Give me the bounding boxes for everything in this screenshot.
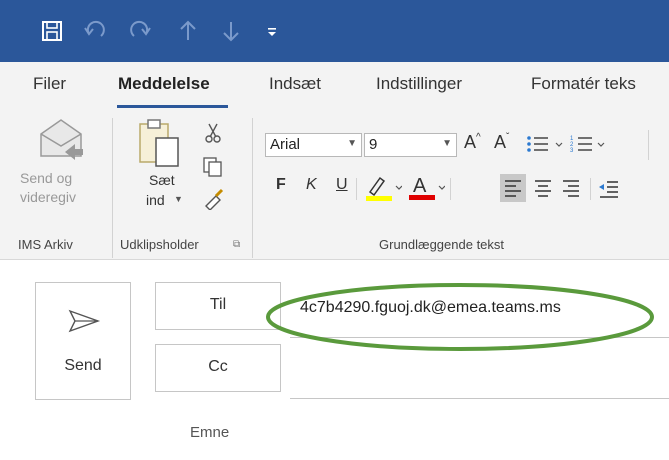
underline-button[interactable]: U <box>336 176 348 194</box>
align-left-button[interactable] <box>500 174 526 202</box>
send-label: Send <box>64 357 102 374</box>
format-painter-icon[interactable] <box>202 188 226 215</box>
decrease-indent-icon[interactable] <box>596 174 622 207</box>
italic-button[interactable]: K <box>306 176 317 194</box>
svg-text:A: A <box>413 175 427 197</box>
send-icon <box>66 307 102 340</box>
group-label-clipboard: Udklipsholder <box>120 237 199 252</box>
copy-icon[interactable] <box>202 156 224 183</box>
highlight-color-button[interactable] <box>364 174 403 207</box>
send-forward-label-line1: Send og <box>20 170 73 186</box>
cc-label: Cc <box>208 358 228 375</box>
numbering-icon[interactable]: 123 <box>570 134 610 157</box>
to-label: Til <box>209 296 227 313</box>
ribbon-bottom-border <box>0 259 669 260</box>
font-name-value: Arial <box>270 136 301 153</box>
group-divider <box>252 118 253 258</box>
clipboard-dialog-launcher-icon[interactable]: ⧉ <box>233 239 240 250</box>
send-button[interactable]: Send <box>35 282 131 400</box>
highlight-ellipse <box>263 281 659 362</box>
paste-button[interactable]: Sæt ind ▼ <box>136 114 186 224</box>
font-size-combo[interactable]: 9 ▼ <box>364 133 457 157</box>
shrink-font-icon[interactable]: Aˇ <box>494 132 509 153</box>
bullets-icon[interactable] <box>526 134 566 157</box>
customize-icon[interactable] <box>262 14 282 48</box>
quick-access-toolbar <box>0 0 669 62</box>
font-color-button[interactable]: A <box>407 172 446 207</box>
chevron-down-icon: ▼ <box>442 138 452 149</box>
tab-format-text[interactable]: Formatér teks <box>531 74 636 94</box>
tab-file[interactable]: Filer <box>33 74 66 94</box>
down-arrow-icon[interactable] <box>213 14 249 48</box>
tab-insert[interactable]: Indsæt <box>269 74 321 94</box>
tab-options[interactable]: Indstillinger <box>376 74 462 94</box>
font-name-combo[interactable]: Arial ▼ <box>265 133 362 157</box>
chevron-down-icon: ▼ <box>174 194 183 204</box>
paste-clipboard-icon <box>136 116 182 173</box>
up-arrow-icon[interactable] <box>170 14 206 48</box>
align-center-button[interactable] <box>530 174 556 207</box>
paste-label-line1: Sæt <box>149 172 175 188</box>
ribbon: Send og videregiv IMS Arkiv Sæt ind ▼ Ud… <box>0 108 669 260</box>
bold-button[interactable]: F <box>276 176 286 194</box>
divider <box>356 178 357 200</box>
group-divider <box>112 118 113 258</box>
svg-text:3: 3 <box>570 148 574 154</box>
tab-message[interactable]: Meddelelse <box>118 74 210 94</box>
paste-label-line2: ind <box>146 192 165 208</box>
send-forward-label-line2: videregiv <box>20 189 77 205</box>
divider <box>450 178 451 200</box>
align-right-button[interactable] <box>558 174 584 207</box>
divider <box>590 178 591 200</box>
undo-icon[interactable] <box>77 14 113 48</box>
redo-icon[interactable] <box>122 14 158 48</box>
ribbon-tabs: Filer Meddelelse Indsæt Indstillinger Fo… <box>0 62 669 108</box>
envelope-forward-icon <box>37 116 85 167</box>
subject-label: Emne <box>190 424 230 441</box>
group-label-basic-text: Grundlæggende tekst <box>379 237 505 252</box>
grow-font-icon[interactable]: A^ <box>464 132 481 153</box>
group-label-ims: IMS Arkiv <box>18 237 73 252</box>
save-icon[interactable] <box>34 14 70 48</box>
divider <box>648 130 649 160</box>
font-size-value: 9 <box>369 136 378 153</box>
cut-icon[interactable] <box>203 122 223 149</box>
send-forward-button[interactable]: Send og videregiv <box>14 114 104 214</box>
chevron-down-icon: ▼ <box>347 138 357 149</box>
